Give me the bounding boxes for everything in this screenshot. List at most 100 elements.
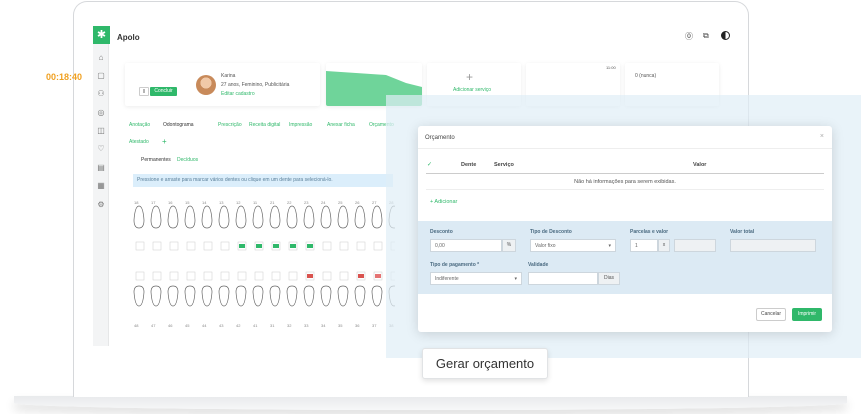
- lower-tooth[interactable]: [167, 285, 179, 307]
- lower-tooth[interactable]: [371, 285, 383, 307]
- add-service-label[interactable]: Adicionar serviço: [453, 87, 491, 93]
- upper-tooth-map[interactable]: [220, 241, 230, 251]
- lower-tooth-map[interactable]: [254, 271, 264, 281]
- lower-tooth-map[interactable]: [169, 271, 179, 281]
- check-icon[interactable]: ✓: [427, 161, 432, 168]
- lower-tooth-map[interactable]: [203, 271, 213, 281]
- lower-tooth-map[interactable]: [339, 271, 349, 281]
- upper-tooth[interactable]: [252, 205, 264, 229]
- upper-tooth-map[interactable]: [135, 241, 145, 251]
- print-button[interactable]: Imprimir: [792, 308, 822, 321]
- upper-tooth[interactable]: [184, 205, 196, 229]
- lower-tooth[interactable]: [235, 285, 247, 307]
- upper-tooth[interactable]: [354, 205, 366, 229]
- lower-tooth[interactable]: [150, 285, 162, 307]
- copy-icon[interactable]: ⧉: [703, 31, 709, 41]
- percent-addon: %: [502, 239, 516, 252]
- discount-input[interactable]: 0,00: [430, 239, 502, 252]
- lower-tooth[interactable]: [303, 285, 315, 307]
- settings-icon[interactable]: ⚙: [96, 200, 106, 210]
- days-addon: Dias: [598, 272, 620, 285]
- upper-tooth[interactable]: [286, 205, 298, 229]
- lower-tooth[interactable]: [269, 285, 281, 307]
- tool-anotacao[interactable]: Anotação: [129, 122, 150, 128]
- add-item-link[interactable]: + Adicionar: [430, 199, 457, 205]
- logo-icon[interactable]: ✱: [93, 26, 110, 44]
- tooth-icon[interactable]: ♡: [96, 144, 106, 154]
- lower-tooth[interactable]: [184, 285, 196, 307]
- upper-tooth-map[interactable]: [169, 241, 179, 251]
- finance-icon[interactable]: ◎: [96, 108, 106, 118]
- lower-tooth-map[interactable]: [237, 271, 247, 281]
- calendar-icon[interactable]: ▢: [96, 71, 106, 81]
- lower-tooth[interactable]: [286, 285, 298, 307]
- upper-tooth[interactable]: [133, 205, 145, 229]
- theme-icon[interactable]: [721, 31, 730, 40]
- lower-tooth[interactable]: [320, 285, 332, 307]
- upper-tooth-map[interactable]: [152, 241, 162, 251]
- upper-tooth-map[interactable]: [356, 241, 366, 251]
- odontogram[interactable]: [125, 200, 395, 320]
- card-icon[interactable]: ▤: [96, 163, 106, 173]
- upper-tooth[interactable]: [337, 205, 349, 229]
- lower-tooth[interactable]: [337, 285, 349, 307]
- users-icon[interactable]: ⚇: [96, 89, 106, 99]
- discount-label: Desconto: [430, 229, 453, 235]
- grid-icon[interactable]: ▦: [96, 181, 106, 191]
- payment-type-select[interactable]: Indiferente ▾: [430, 272, 522, 285]
- lower-tooth[interactable]: [354, 285, 366, 307]
- upper-tooth[interactable]: [201, 205, 213, 229]
- lower-tooth[interactable]: [252, 285, 264, 307]
- lower-tooth-map[interactable]: [288, 271, 298, 281]
- treatment-mark: [358, 274, 364, 278]
- upper-tooth[interactable]: [167, 205, 179, 229]
- tool-impressao[interactable]: Impressão: [289, 122, 312, 128]
- lower-tooth[interactable]: [201, 285, 213, 307]
- upper-tooth-map[interactable]: [339, 241, 349, 251]
- help-icon[interactable]: ⓪: [685, 31, 693, 42]
- upper-tooth-map[interactable]: [203, 241, 213, 251]
- upper-tooth[interactable]: [150, 205, 162, 229]
- edit-patient-link[interactable]: Editar cadastro: [221, 91, 255, 97]
- finish-button[interactable]: Concluir: [150, 87, 177, 96]
- discount-type-select[interactable]: Valor fixo ▾: [530, 239, 616, 252]
- close-icon[interactable]: ×: [820, 133, 824, 140]
- selected-tooth-mark: [290, 244, 296, 248]
- pause-button[interactable]: II: [139, 87, 149, 96]
- upper-tooth-map[interactable]: [373, 241, 383, 251]
- validity-input[interactable]: [528, 272, 598, 285]
- cancel-button[interactable]: Cancelar: [756, 308, 786, 321]
- upper-tooth[interactable]: [235, 205, 247, 229]
- upper-tooth[interactable]: [269, 205, 281, 229]
- lower-tooth-map[interactable]: [152, 271, 162, 281]
- table-header-line: [426, 173, 824, 174]
- upper-tooth[interactable]: [303, 205, 315, 229]
- add-tool-icon[interactable]: +: [162, 137, 167, 146]
- upper-tooth-map[interactable]: [322, 241, 332, 251]
- lower-tooth-map[interactable]: [186, 271, 196, 281]
- installments-input[interactable]: 1: [630, 239, 658, 252]
- lower-tooth-map[interactable]: [135, 271, 145, 281]
- plus-icon[interactable]: +: [466, 70, 473, 84]
- tool-anexar[interactable]: Anexar ficha: [327, 122, 355, 128]
- upper-tooth[interactable]: [371, 205, 383, 229]
- lower-tooth[interactable]: [218, 285, 230, 307]
- tooth-number: 35: [338, 323, 343, 328]
- laptop-base: [14, 396, 847, 410]
- tooth-number: 46: [168, 323, 173, 328]
- tab-permanent[interactable]: Permanentes: [141, 157, 171, 163]
- upper-tooth[interactable]: [218, 205, 230, 229]
- lower-tooth-map[interactable]: [322, 271, 332, 281]
- lower-tooth-map[interactable]: [220, 271, 230, 281]
- tool-receita[interactable]: Receita digital: [249, 122, 280, 128]
- tab-deciduous[interactable]: Decíduos: [177, 157, 198, 163]
- tool-odontograma[interactable]: Odontograma: [163, 122, 194, 128]
- tool-prescricao[interactable]: Prescrição: [218, 122, 242, 128]
- home-icon[interactable]: ⌂: [96, 53, 106, 63]
- lower-tooth[interactable]: [133, 285, 145, 307]
- bag-icon[interactable]: ◫: [96, 126, 106, 136]
- lower-tooth-map[interactable]: [271, 271, 281, 281]
- upper-tooth-map[interactable]: [186, 241, 196, 251]
- tool-atestado[interactable]: Atestado: [129, 139, 149, 145]
- upper-tooth[interactable]: [320, 205, 332, 229]
